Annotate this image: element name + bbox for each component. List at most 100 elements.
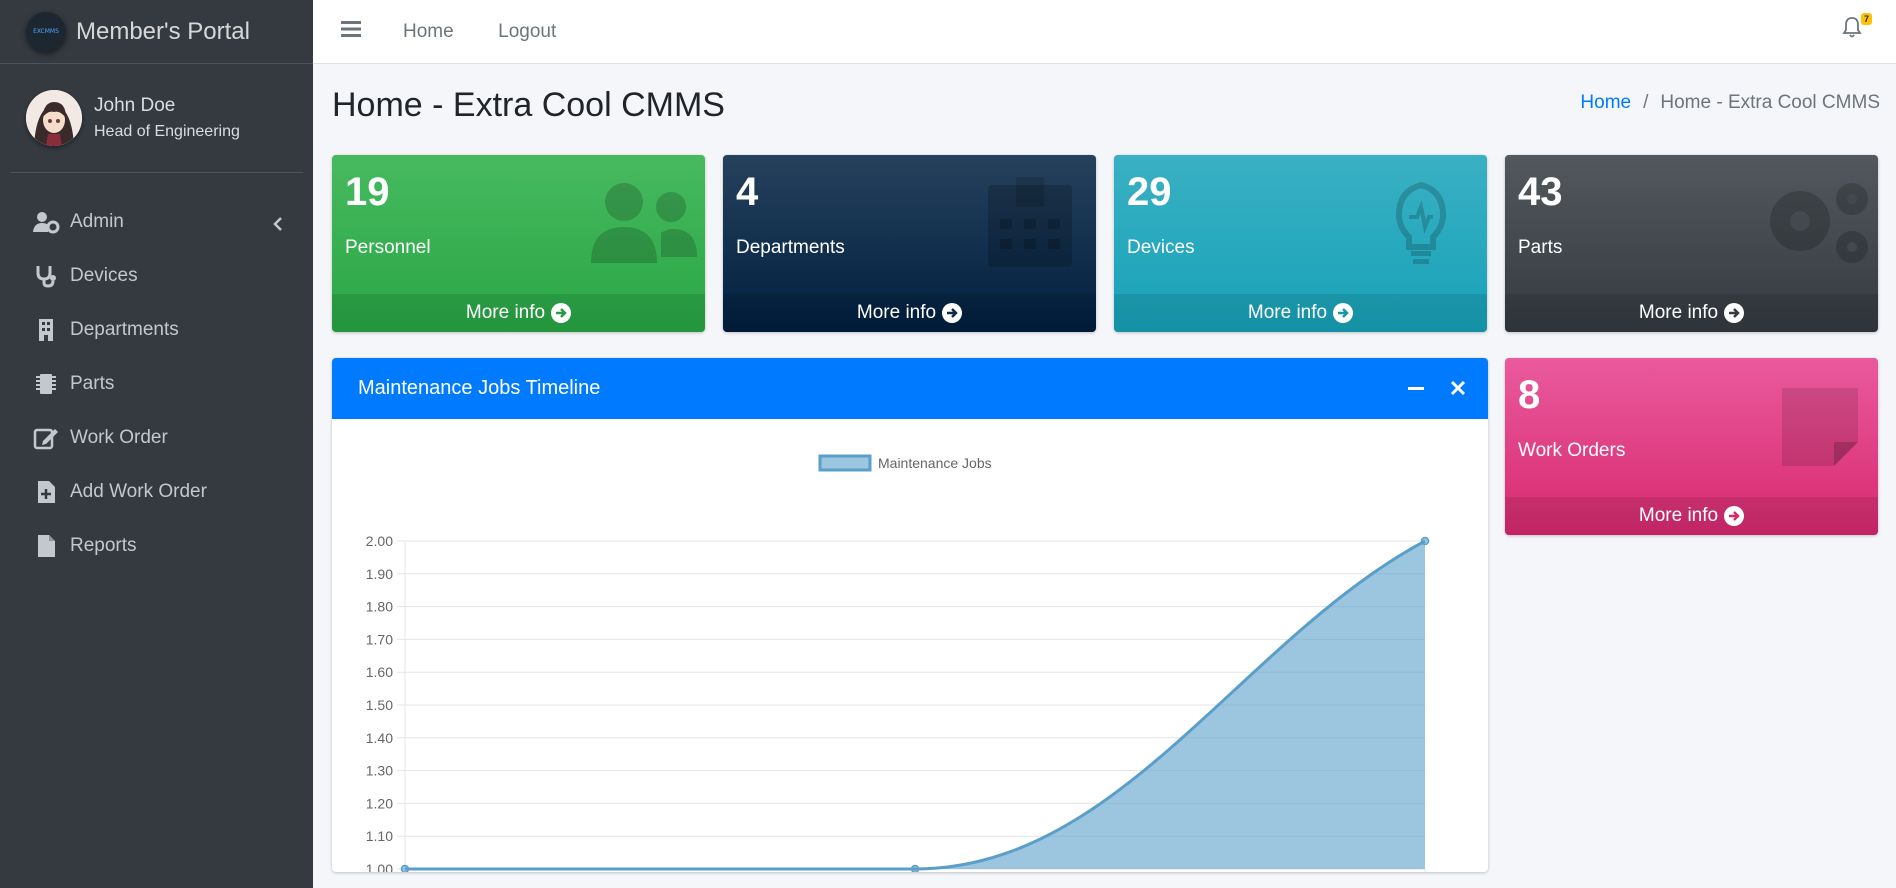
- y-tick-label: 1.90: [366, 566, 393, 582]
- stat-value: 4: [736, 170, 759, 214]
- hospital-icon: [980, 177, 1080, 267]
- sidebar-item-parts[interactable]: Parts: [0, 357, 313, 411]
- breadcrumb-current: Home - Extra Cool CMMS: [1660, 92, 1880, 113]
- brand-link[interactable]: EXCMMS Member's Portal: [0, 0, 313, 64]
- collapse-button[interactable]: [1406, 378, 1426, 398]
- maintenance-timeline-card: Maintenance Jobs Timeline Maintenance Jo…: [332, 358, 1488, 872]
- card-title: Maintenance Jobs Timeline: [358, 377, 601, 399]
- y-tick-label: 1.30: [366, 763, 393, 779]
- breadcrumb-separator: /: [1643, 92, 1649, 113]
- y-tick-label: 1.80: [366, 599, 393, 615]
- nav-link-logout[interactable]: Logout: [498, 21, 556, 42]
- card-header: Maintenance Jobs Timeline: [332, 358, 1488, 419]
- page-title: Home - Extra Cool CMMS: [332, 86, 725, 124]
- stat-label: Personnel: [345, 237, 431, 258]
- stat-label: Departments: [736, 237, 845, 258]
- stat-value: 29: [1127, 170, 1172, 214]
- lightbulb-icon: [1371, 177, 1471, 267]
- legend-swatch: [818, 454, 872, 472]
- user-panel: John Doe Head of Engineering: [10, 64, 303, 173]
- legend-label: Maintenance Jobs: [878, 455, 992, 471]
- stat-box-parts: 43 Parts More info: [1505, 155, 1878, 332]
- stethoscope-icon: [32, 262, 60, 290]
- sidebar-item-label: Admin: [70, 211, 124, 232]
- cogs-icon: [1762, 177, 1868, 267]
- sidebar-item-departments[interactable]: Departments: [0, 303, 313, 357]
- more-info-link[interactable]: More info: [332, 294, 705, 332]
- microchip-icon: [32, 370, 60, 398]
- nav-link-home[interactable]: Home: [403, 21, 454, 42]
- stat-value: 8: [1518, 373, 1541, 417]
- sidebar-item-label: Reports: [70, 535, 137, 556]
- data-point: [400, 864, 410, 872]
- stat-label: Work Orders: [1518, 440, 1626, 461]
- sidebar-item-devices[interactable]: Devices: [0, 249, 313, 303]
- avatar[interactable]: [26, 90, 82, 146]
- sidebar-nav: Admin Devices Departments Parts Work Ord…: [0, 173, 313, 573]
- notification-badge: 7: [1860, 13, 1872, 25]
- breadcrumb: Home / Home - Extra Cool CMMS: [1580, 92, 1880, 114]
- chevron-left-icon: [271, 215, 285, 231]
- more-info-link[interactable]: More info: [1114, 294, 1487, 332]
- more-info-label: More info: [1638, 505, 1719, 526]
- sidebar-item-label: Departments: [70, 319, 179, 340]
- stat-value: 43: [1518, 170, 1563, 214]
- close-icon: [1450, 380, 1466, 396]
- file-plus-icon: [32, 478, 60, 506]
- chart-area: Maintenance Jobs 1.00 1.10 1.20 1.30 1.40 1.50…: [332, 419, 1488, 872]
- sidebar-item-label: Add Work Order: [70, 481, 207, 502]
- y-tick-label: 1.60: [366, 664, 393, 680]
- y-tick-label: 1.50: [366, 697, 393, 713]
- stat-value: 19: [345, 170, 390, 214]
- card-tools: [1384, 378, 1468, 398]
- top-nav-links: Home Logout: [363, 21, 556, 43]
- remove-button[interactable]: [1448, 378, 1468, 398]
- brand-logo-text: EXCMMS: [33, 28, 59, 35]
- maintenance-jobs-chart: Maintenance Jobs 1.00 1.10 1.20 1.30 1.40 1.50…: [366, 454, 1430, 872]
- y-tick-label: 1.40: [366, 730, 393, 746]
- sidebar-item-admin[interactable]: Admin: [0, 195, 313, 249]
- sidebar: EXCMMS Member's Portal John Doe Head of …: [0, 0, 313, 888]
- edit-icon: [32, 424, 60, 452]
- notifications-button[interactable]: 7: [1842, 13, 1872, 42]
- more-info-label: More info: [465, 302, 546, 323]
- sidebar-item-label: Work Order: [70, 427, 168, 448]
- breadcrumb-home-link[interactable]: Home: [1580, 92, 1631, 113]
- sidebar-item-add-work-order[interactable]: Add Work Order: [0, 465, 313, 519]
- sidebar-item-work-order[interactable]: Work Order: [0, 411, 313, 465]
- user-name[interactable]: John Doe: [94, 95, 240, 117]
- more-info-label: More info: [1247, 302, 1328, 323]
- y-tick-label: 1.10: [366, 828, 393, 844]
- y-tick-label: 1.00: [366, 861, 393, 872]
- data-point: [1420, 536, 1430, 546]
- user-cog-icon: [32, 208, 60, 236]
- sidebar-item-label: Devices: [70, 265, 138, 286]
- user-role: Head of Engineering: [94, 123, 240, 140]
- more-info-link[interactable]: More info: [1505, 294, 1878, 332]
- top-navbar: Home Logout 7: [313, 0, 1896, 64]
- arrow-circle-right-icon: [1724, 303, 1745, 323]
- users-icon: [589, 177, 697, 267]
- brand-logo: EXCMMS: [26, 11, 66, 52]
- stat-box-personnel: 19 Personnel More info: [332, 155, 705, 332]
- y-tick-label: 1.70: [366, 631, 393, 647]
- more-info-label: More info: [856, 302, 937, 323]
- file-icon: [32, 532, 60, 560]
- more-info-link[interactable]: More info: [723, 294, 1096, 332]
- arrow-circle-right-icon: [551, 303, 572, 323]
- arrow-circle-right-icon: [1724, 506, 1745, 526]
- menu-toggle-icon[interactable]: [341, 20, 363, 43]
- more-info-link[interactable]: More info: [1505, 497, 1878, 535]
- stat-box-work-orders: 8 Work Orders More info: [1505, 358, 1878, 535]
- stat-label: Parts: [1518, 237, 1563, 258]
- y-tick-label: 1.20: [366, 795, 393, 811]
- stat-label: Devices: [1127, 237, 1195, 258]
- sidebar-item-label: Parts: [70, 373, 115, 394]
- main-content: Home - Extra Cool CMMS Home / Home - Extra…: [313, 64, 1896, 888]
- building-icon: [32, 316, 60, 344]
- arrow-circle-right-icon: [1333, 303, 1354, 323]
- sticky-note-icon: [1762, 380, 1862, 470]
- sidebar-item-reports[interactable]: Reports: [0, 519, 313, 573]
- stat-box-devices: 29 Devices More info: [1114, 155, 1487, 332]
- brand-name: Member's Portal: [76, 17, 250, 45]
